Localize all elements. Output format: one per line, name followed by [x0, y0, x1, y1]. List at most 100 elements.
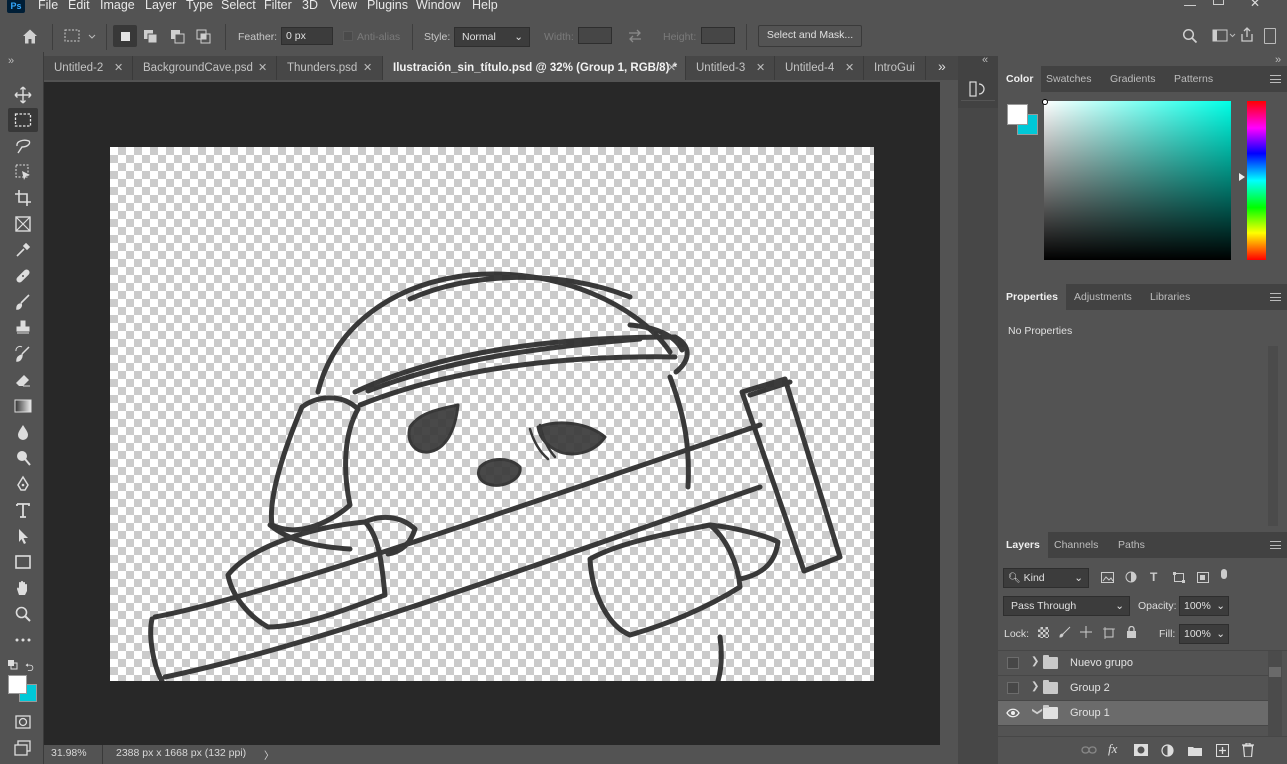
width-input[interactable] — [578, 27, 612, 44]
lock-all-icon[interactable] — [1126, 626, 1137, 638]
object-select-icon[interactable] — [8, 160, 38, 184]
lock-pixels-icon[interactable] — [1059, 626, 1071, 638]
lock-transparency-icon[interactable] — [1038, 627, 1049, 638]
tab-ilustracion[interactable]: Ilustración_sin_título.psd @ 32% (Group … — [383, 56, 686, 80]
tab-patterns[interactable]: Patterns — [1166, 66, 1221, 92]
workspace-icon[interactable] — [1212, 29, 1236, 43]
layer-style-icon[interactable]: fx — [1108, 741, 1117, 757]
add-selection-icon[interactable] — [142, 28, 160, 44]
panel-toggle-icon[interactable] — [1264, 28, 1276, 44]
menu-3d[interactable]: 3D — [302, 0, 318, 13]
filter-shape-icon[interactable] — [1173, 572, 1185, 583]
tab-untitled-3[interactable]: Untitled-3 ✕ — [686, 56, 775, 80]
visibility-toggle[interactable] — [1007, 657, 1019, 669]
move-icon[interactable] — [8, 83, 38, 107]
hue-slider[interactable] — [1247, 101, 1266, 260]
gradient-icon[interactable] — [8, 394, 38, 418]
marquee-icon[interactable] — [8, 108, 38, 132]
close-icon[interactable]: ✕ — [114, 56, 123, 80]
path-select-icon[interactable] — [8, 524, 38, 548]
hand-icon[interactable] — [8, 576, 38, 600]
tab-adjustments[interactable]: Adjustments — [1066, 284, 1140, 310]
tab-swatches[interactable]: Swatches — [1038, 66, 1100, 92]
history-brush-icon[interactable] — [8, 342, 38, 366]
panel-menu-icon[interactable] — [1270, 75, 1281, 83]
layer-row[interactable]: ❯ Nuevo grupo — [998, 651, 1268, 676]
foreground-color-swatch[interactable] — [8, 675, 27, 694]
menu-plugins[interactable]: Plugins — [367, 0, 408, 13]
more-tools-icon[interactable] — [8, 628, 38, 652]
fill-input[interactable]: 100% ⌄ — [1179, 624, 1229, 644]
quick-mask-icon[interactable] — [8, 710, 38, 734]
height-input[interactable] — [701, 27, 735, 44]
style-select[interactable]: Normal ⌄ — [454, 27, 530, 47]
hue-slider-handle[interactable] — [1239, 173, 1245, 181]
document-canvas[interactable] — [110, 147, 874, 681]
zoom-level[interactable]: 31.98% — [51, 747, 87, 759]
blur-icon[interactable] — [8, 420, 38, 444]
close-icon[interactable]: ✕ — [756, 56, 765, 80]
new-selection-button[interactable] — [113, 25, 137, 47]
filter-adjustment-icon[interactable] — [1125, 571, 1137, 583]
tab-thunders[interactable]: Thunders.psd ✕ — [277, 56, 383, 80]
new-layer-icon[interactable] — [1216, 744, 1229, 757]
opacity-input[interactable]: 100% ⌄ — [1179, 596, 1229, 616]
close-window-icon[interactable]: ✕ — [1250, 0, 1266, 10]
maximize-icon[interactable] — [1213, 0, 1224, 5]
chevron-right-icon[interactable]: ❯ — [1031, 681, 1039, 692]
new-adjustment-icon[interactable] — [1161, 744, 1174, 757]
blend-mode-select[interactable]: Pass Through ⌄ — [1003, 596, 1130, 616]
feather-input[interactable]: 0 px — [281, 27, 333, 45]
default-colors-icon[interactable] — [8, 660, 18, 670]
color-saturation-field[interactable] — [1044, 101, 1231, 260]
stamp-icon[interactable] — [8, 316, 38, 340]
close-icon[interactable]: ✕ — [667, 56, 676, 80]
tab-layers[interactable]: Layers — [998, 532, 1048, 558]
healing-icon[interactable] — [8, 264, 38, 288]
tab-untitled-4[interactable]: Untitled-4 ✕ — [775, 56, 864, 80]
tab-properties[interactable]: Properties — [998, 284, 1066, 310]
properties-scrollbar[interactable] — [1268, 346, 1278, 526]
type-icon[interactable] — [8, 498, 38, 522]
layer-filter-select[interactable]: 🔍︎ Kind ⌄ — [1003, 568, 1089, 588]
subtract-selection-icon[interactable] — [169, 28, 187, 44]
tab-channels[interactable]: Channels — [1046, 532, 1106, 558]
menu-edit[interactable]: Edit — [68, 0, 90, 13]
close-icon[interactable]: ✕ — [363, 56, 372, 80]
menu-type[interactable]: Type — [186, 0, 213, 13]
crop-icon[interactable] — [8, 186, 38, 210]
chevron-right-icon[interactable]: ❯ — [1031, 656, 1039, 667]
link-layers-icon[interactable] — [1081, 745, 1097, 755]
new-group-icon[interactable] — [1188, 745, 1202, 756]
pen-icon[interactable] — [8, 472, 38, 496]
filter-smartobject-icon[interactable] — [1197, 572, 1209, 583]
share-icon[interactable] — [1240, 27, 1254, 43]
eye-icon[interactable] — [1006, 707, 1020, 719]
screen-mode-icon[interactable] — [8, 736, 38, 760]
tab-untitled-2[interactable]: Untitled-2 ✕ — [44, 56, 133, 80]
search-icon[interactable] — [1182, 28, 1198, 44]
menu-image[interactable]: Image — [100, 0, 135, 13]
dodge-icon[interactable] — [8, 446, 38, 470]
lock-position-icon[interactable] — [1080, 626, 1092, 638]
eyedropper-icon[interactable] — [8, 238, 38, 262]
swap-dimensions-icon[interactable] — [627, 29, 643, 43]
filter-type-icon[interactable]: T — [1150, 570, 1157, 584]
layers-scrollbar[interactable] — [1268, 651, 1282, 736]
filter-pixel-icon[interactable] — [1101, 572, 1114, 583]
home-icon[interactable] — [21, 28, 39, 45]
filter-toggle-icon[interactable] — [1221, 569, 1227, 579]
panel-menu-icon[interactable] — [1270, 293, 1281, 301]
visibility-toggle[interactable] — [1007, 682, 1019, 694]
tab-paths[interactable]: Paths — [1110, 532, 1153, 558]
zoom-icon[interactable] — [8, 602, 38, 626]
menu-select[interactable]: Select — [221, 0, 256, 13]
antialias-checkbox[interactable] — [343, 31, 353, 41]
tab-introgui[interactable]: IntroGui — [864, 56, 926, 80]
scrollbar-thumb[interactable] — [1269, 667, 1281, 677]
delete-layer-icon[interactable] — [1242, 743, 1254, 757]
add-mask-icon[interactable] — [1134, 744, 1148, 756]
menu-help[interactable]: Help — [472, 0, 498, 13]
close-icon[interactable]: ✕ — [258, 56, 267, 80]
collapse-panels-icon[interactable]: » — [1275, 54, 1281, 66]
